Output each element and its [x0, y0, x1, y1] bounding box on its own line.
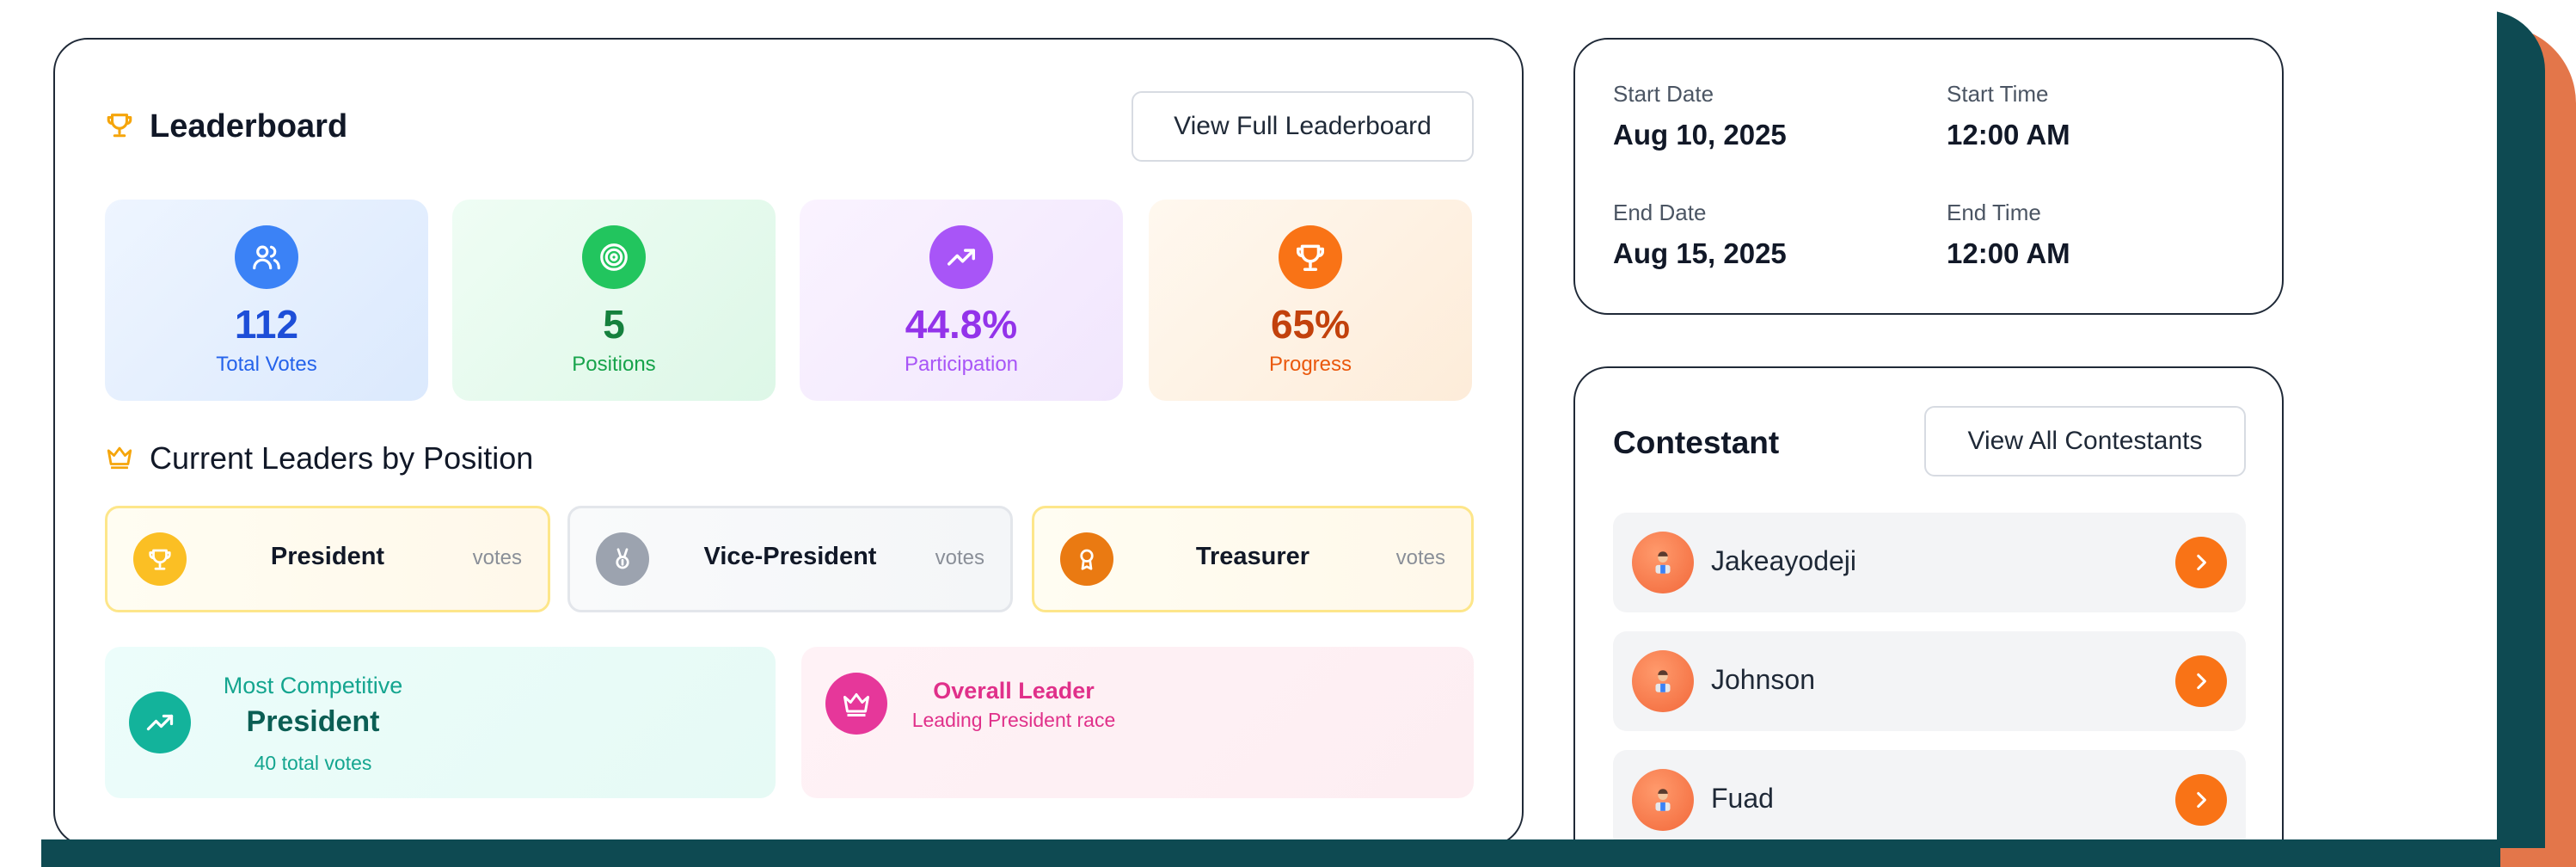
award-icon	[1060, 532, 1113, 586]
avatar	[1632, 650, 1694, 712]
overall-leader-label: Overall Leader	[933, 678, 1095, 704]
contestant-name: Johnson	[1711, 664, 1815, 695]
view-full-leaderboard-button[interactable]: View Full Leaderboard	[1132, 91, 1474, 162]
position-name: Treasurer	[1195, 543, 1310, 570]
crown-icon	[105, 442, 134, 476]
target-icon	[582, 225, 646, 289]
stat-value: 44.8%	[905, 302, 1018, 347]
start-date-label: Start Date	[1613, 81, 1714, 107]
most-competitive-total: 40 total votes	[254, 752, 372, 774]
end-date-value: Aug 15, 2025	[1613, 237, 1787, 269]
avatar	[1632, 769, 1694, 831]
position-name: Vice-President	[703, 543, 877, 570]
stat-value: 112	[234, 302, 299, 347]
position-card-president[interactable]: President votes	[105, 506, 550, 612]
stat-label: Progress	[1268, 353, 1352, 376]
position-votes: votes	[935, 546, 984, 569]
start-time-value: 12:00 AM	[1947, 119, 2070, 151]
current-leaders-header: Current Leaders by Position	[105, 440, 533, 477]
trophy-icon	[1279, 225, 1342, 289]
contestant-row[interactable]: Jakeayodeji	[1613, 513, 2246, 612]
stat-participation: 44.8% Participation	[800, 200, 1123, 401]
contestants-title: Contestant	[1613, 425, 1780, 460]
view-all-contestants-button[interactable]: View All Contestants	[1924, 406, 2246, 477]
avatar	[1632, 532, 1694, 593]
chevron-right-icon[interactable]	[2175, 655, 2227, 707]
current-leaders-heading: Current Leaders by Position	[150, 440, 534, 476]
contestant-name: Jakeayodeji	[1711, 545, 1856, 576]
overall-leader-subtitle: Leading President race	[911, 709, 1116, 731]
end-time-label: End Time	[1947, 200, 2041, 225]
position-name: President	[270, 543, 385, 570]
schedule-card: Start Date Aug 10, 2025 Start Time 12:00…	[1573, 38, 2284, 315]
stat-label: Total Votes	[216, 353, 317, 376]
crown-icon	[825, 673, 887, 735]
trophy-icon	[105, 110, 134, 144]
position-card-treasurer[interactable]: Treasurer votes	[1032, 506, 1474, 612]
chevron-right-icon[interactable]	[2175, 537, 2227, 588]
stat-label: Participation	[904, 353, 1019, 376]
contestant-row[interactable]: Fuad	[1613, 750, 2246, 850]
stat-value: 5	[603, 302, 625, 347]
trending-up-icon	[929, 225, 993, 289]
trophy-icon	[133, 532, 187, 586]
medal-icon	[596, 532, 649, 586]
most-competitive-card: Most Competitive President 40 total vote…	[105, 647, 776, 798]
trending-up-icon	[129, 692, 191, 753]
end-time-value: 12:00 AM	[1947, 237, 2070, 269]
start-time-label: Start Time	[1947, 81, 2049, 107]
end-date-label: End Date	[1613, 200, 1707, 225]
chevron-right-icon[interactable]	[2175, 774, 2227, 826]
position-votes: votes	[1395, 546, 1445, 569]
most-competitive-label: Most Competitive	[223, 673, 403, 698]
most-competitive-position: President	[246, 705, 380, 738]
stat-label: Positions	[572, 353, 656, 376]
leaderboard-header: Leaderboard	[105, 108, 347, 145]
stat-value: 65%	[1270, 302, 1351, 347]
overall-leader-card: Overall Leader Leading President race	[801, 647, 1474, 798]
contestant-row[interactable]: Johnson	[1613, 631, 2246, 731]
leaderboard-card: Leaderboard View Full Leaderboard 112 To…	[53, 38, 1524, 846]
stat-total-votes: 112 Total Votes	[105, 200, 428, 401]
users-icon	[235, 225, 298, 289]
leaderboard-title: Leaderboard	[150, 108, 348, 144]
position-votes: votes	[472, 546, 522, 569]
bottom-strip	[41, 839, 2500, 867]
contestant-name: Fuad	[1711, 783, 1774, 814]
start-date-value: Aug 10, 2025	[1613, 119, 1787, 151]
contestants-card: Contestant View All Contestants Jakeayod…	[1573, 366, 2284, 867]
stat-positions: 5 Positions	[452, 200, 776, 401]
stat-progress: 65% Progress	[1149, 200, 1472, 401]
position-card-vice-president[interactable]: Vice-President votes	[567, 506, 1013, 612]
